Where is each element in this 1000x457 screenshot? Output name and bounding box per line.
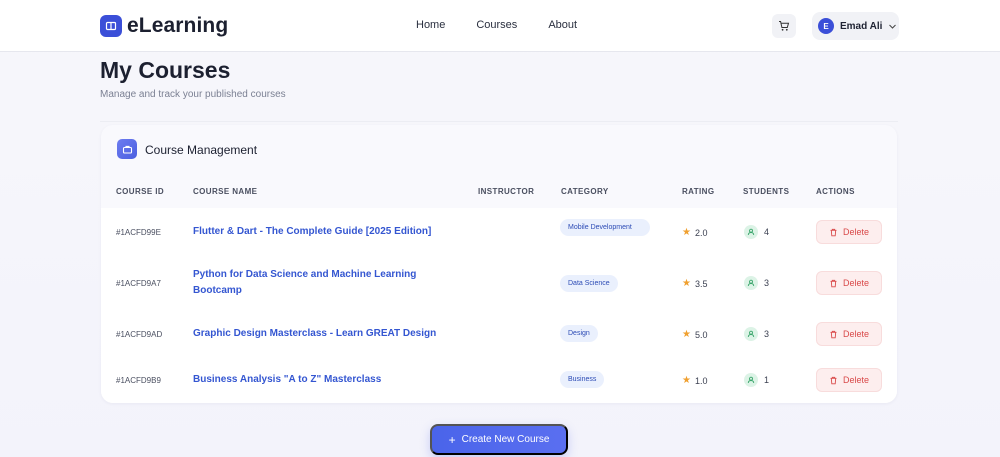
chevron-down-icon xyxy=(889,24,897,29)
avatar: E xyxy=(818,18,834,34)
col-header-name: COURSE NAME xyxy=(193,187,258,196)
col-header-rating: RATING xyxy=(682,187,715,196)
user-icon xyxy=(744,373,758,387)
col-header-students: STUDENTS xyxy=(743,187,790,196)
page-title: My Courses xyxy=(100,57,231,83)
main-nav: Home Courses About xyxy=(416,19,608,31)
nav-courses[interactable]: Courses xyxy=(476,19,517,31)
table-row: #1ACFD9B9 Business Analysis "A to Z" Mas… xyxy=(101,356,897,402)
students: 4 xyxy=(744,225,769,239)
user-icon xyxy=(744,225,758,239)
course-name-link[interactable]: Python for Data Science and Machine Lear… xyxy=(193,267,453,299)
nav-home[interactable]: Home xyxy=(416,19,445,31)
page-subtitle: Manage and track your published courses xyxy=(100,89,286,100)
category-badge: Business xyxy=(560,371,605,388)
rating: ★ 1.0 xyxy=(682,375,708,386)
course-id: #1ACFD9B9 xyxy=(116,376,161,385)
course-management-card: Course Management COURSE ID COURSE NAME … xyxy=(101,125,897,403)
rating: ★ 3.5 xyxy=(682,278,708,289)
logo-text: eLearning xyxy=(127,14,229,37)
plus-icon: + xyxy=(448,432,456,447)
star-icon: ★ xyxy=(682,278,691,289)
user-name: Emad Ali xyxy=(840,20,883,32)
course-name-link[interactable]: Graphic Design Masterclass - Learn GREAT… xyxy=(193,326,453,342)
trash-icon xyxy=(830,228,837,236)
logo[interactable]: eLearning xyxy=(100,14,228,38)
col-header-actions: ACTIONS xyxy=(816,187,855,196)
table-row: #1ACFD9AD Graphic Design Masterclass - L… xyxy=(101,310,897,356)
table-row: #1ACFD9A7 Python for Data Science and Ma… xyxy=(101,258,897,310)
cart-icon xyxy=(779,21,790,31)
create-course-button[interactable]: + Create New Course xyxy=(430,424,568,455)
col-header-id: COURSE ID xyxy=(116,187,165,196)
students: 1 xyxy=(744,373,769,387)
trash-icon xyxy=(830,279,837,287)
table-row: #1ACFD99E Flutter & Dart - The Complete … xyxy=(101,208,897,258)
briefcase-icon xyxy=(117,139,137,159)
card-title: Course Management xyxy=(145,143,258,157)
course-name-link[interactable]: Business Analysis "A to Z" Masterclass xyxy=(193,372,453,388)
star-icon: ★ xyxy=(682,227,691,238)
col-header-instructor: INSTRUCTOR xyxy=(478,187,535,196)
rating: ★ 2.0 xyxy=(682,227,708,238)
divider xyxy=(100,121,898,122)
course-id: #1ACFD9A7 xyxy=(116,279,161,288)
user-menu-button[interactable]: E Emad Ali xyxy=(812,12,899,40)
book-icon xyxy=(100,15,122,37)
category-badge: Data Science xyxy=(560,275,618,292)
delete-button[interactable]: Delete xyxy=(816,368,882,392)
category-badge: Mobile Development xyxy=(560,219,650,236)
students: 3 xyxy=(744,276,769,290)
trash-icon xyxy=(830,330,837,338)
star-icon: ★ xyxy=(682,375,691,386)
delete-button[interactable]: Delete xyxy=(816,271,882,295)
user-icon xyxy=(744,327,758,341)
course-table-body: #1ACFD99E Flutter & Dart - The Complete … xyxy=(101,208,897,403)
category-badge: Design xyxy=(560,325,598,342)
user-icon xyxy=(744,276,758,290)
course-name-link[interactable]: Flutter & Dart - The Complete Guide [202… xyxy=(193,224,453,240)
cart-button[interactable] xyxy=(772,14,796,38)
star-icon: ★ xyxy=(682,329,691,340)
rating: ★ 5.0 xyxy=(682,329,708,340)
delete-button[interactable]: Delete xyxy=(816,322,882,346)
trash-icon xyxy=(830,376,837,384)
delete-button[interactable]: Delete xyxy=(816,220,882,244)
course-id: #1ACFD9AD xyxy=(116,330,163,339)
col-header-category: CATEGORY xyxy=(561,187,609,196)
course-id: #1ACFD99E xyxy=(116,228,161,237)
nav-about[interactable]: About xyxy=(548,19,577,31)
students: 3 xyxy=(744,327,769,341)
top-header: eLearning Home Courses About E Emad Ali xyxy=(0,0,1000,52)
